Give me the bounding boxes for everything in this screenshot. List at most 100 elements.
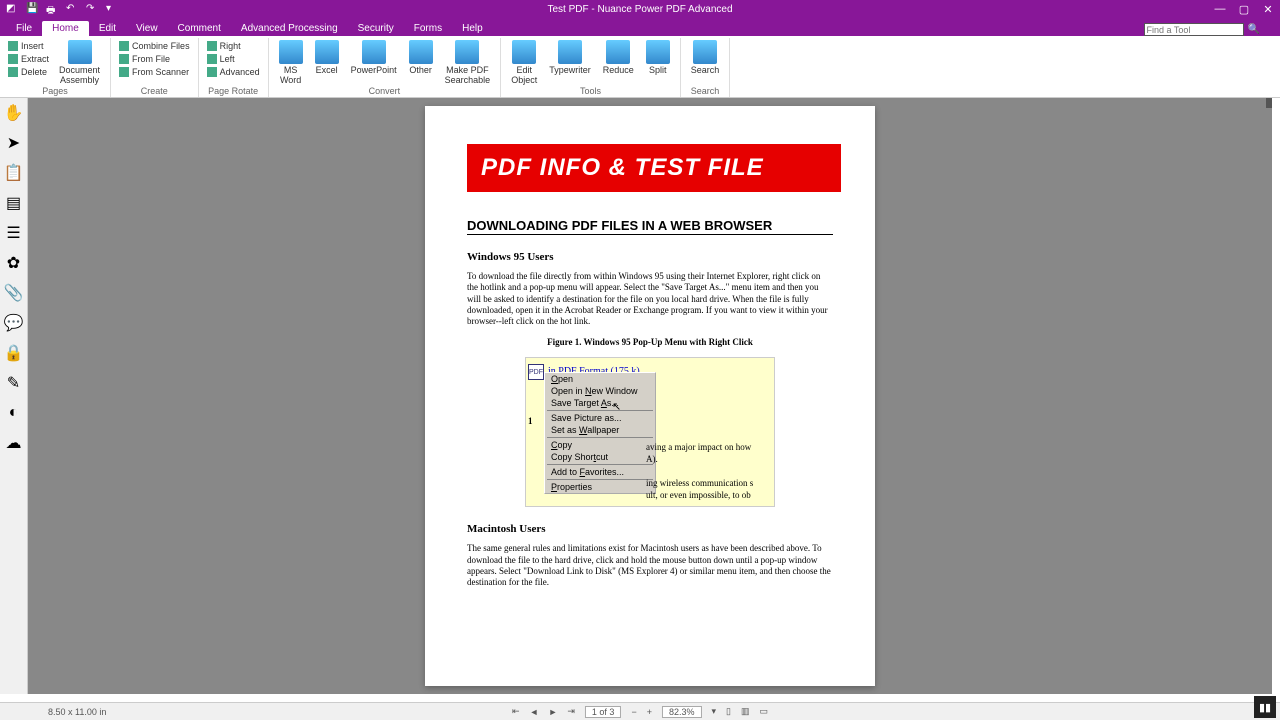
searchable-button[interactable]: Make PDF Searchable xyxy=(441,40,495,86)
ctx-new-window: Open in New Window xyxy=(545,385,655,397)
scrollbar-handle[interactable] xyxy=(1266,98,1272,108)
menu-security[interactable]: Security xyxy=(348,21,404,36)
minimize-button[interactable]: — xyxy=(1208,0,1232,18)
view-continuous-icon[interactable]: ▥ xyxy=(741,706,750,717)
ctx-properties: Properties xyxy=(545,481,655,493)
view-facing-icon[interactable]: ▭ xyxy=(760,706,769,717)
comments-icon[interactable]: 💬 xyxy=(5,314,23,332)
combine-button[interactable]: Combine Files xyxy=(117,40,192,52)
search-button[interactable]: Search xyxy=(687,40,724,76)
document-area[interactable]: PDF INFO & TEST FILE DOWNLOADING PDF FIL… xyxy=(28,98,1272,694)
maximize-button[interactable]: ▢ xyxy=(1232,0,1256,18)
group-label-create: Create xyxy=(117,86,192,97)
from-file-button[interactable]: From File xyxy=(117,53,192,65)
zoom-dropdown-icon[interactable]: ▾ xyxy=(712,706,717,717)
pause-button[interactable]: ▮▮ xyxy=(1254,696,1276,718)
magnify-icon xyxy=(693,40,717,64)
word-button[interactable]: MS Word xyxy=(275,40,307,86)
file-icon xyxy=(119,54,129,64)
save-icon[interactable]: 💾 xyxy=(26,3,38,15)
undo-icon[interactable]: ↶ xyxy=(66,3,78,15)
win-heading: Windows 95 Users xyxy=(467,251,833,263)
rotate-left-icon xyxy=(207,54,217,64)
search-icon[interactable]: 🔍 xyxy=(1248,24,1260,35)
zoom-level[interactable]: 82.3% xyxy=(662,706,702,718)
bookmarks-icon[interactable]: ☰ xyxy=(5,224,23,242)
page-dimensions: 8.50 x 11.00 in xyxy=(48,707,106,717)
attachment-icon[interactable]: 📎 xyxy=(5,284,23,302)
print-icon[interactable]: 🖶 xyxy=(46,3,58,15)
typewriter-button[interactable]: Typewriter xyxy=(545,40,595,76)
cloud-icon[interactable]: ☁ xyxy=(5,434,23,452)
doc-heading: DOWNLOADING PDF FILES IN A WEB BROWSER xyxy=(467,218,833,235)
menu-home[interactable]: Home xyxy=(42,21,89,36)
excel-button[interactable]: Excel xyxy=(311,40,343,76)
statusbar: 8.50 x 11.00 in ⇤ ◄ ► ⇥ 1 of 3 − + 82.3%… xyxy=(0,702,1280,720)
clipboard-icon[interactable]: 📋 xyxy=(5,164,23,182)
window-controls: — ▢ ✕ xyxy=(1208,0,1280,18)
embed-num: 1 xyxy=(528,416,533,426)
pages-panel-icon[interactable]: ▤ xyxy=(5,194,23,212)
ctx-save-picture: Save Picture as... xyxy=(545,412,655,424)
other-icon xyxy=(409,40,433,64)
edit-icon xyxy=(512,40,536,64)
embed-t2: A). xyxy=(646,454,658,464)
close-button[interactable]: ✕ xyxy=(1256,0,1280,18)
group-label-tools: Tools xyxy=(507,86,674,97)
document-assembly-button[interactable]: Document Assembly xyxy=(55,40,104,86)
cursor-icon: ↖ xyxy=(612,400,621,413)
menu-advanced[interactable]: Advanced Processing xyxy=(231,21,348,36)
signature-icon[interactable]: ✎ xyxy=(5,374,23,392)
edit-object-button[interactable]: Edit Object xyxy=(507,40,541,86)
extract-button[interactable]: Extract xyxy=(6,53,51,65)
redo-icon[interactable]: ↷ xyxy=(86,3,98,15)
ribbon-group-rotate: Right Left Advanced Page Rotate xyxy=(199,38,269,97)
dropdown-icon[interactable]: ▾ xyxy=(106,3,118,15)
menu-edit[interactable]: Edit xyxy=(89,21,126,36)
first-page-icon[interactable]: ⇤ xyxy=(512,706,520,717)
advanced-icon xyxy=(207,67,217,77)
powerpoint-button[interactable]: PowerPoint xyxy=(347,40,401,76)
split-icon xyxy=(646,40,670,64)
ribbon-group-tools: Edit Object Typewriter Reduce Split Tool… xyxy=(501,38,681,97)
lock-icon[interactable]: 🔒 xyxy=(5,344,23,362)
hand-tool-icon[interactable]: ✋ xyxy=(5,104,23,122)
menu-file[interactable]: File xyxy=(6,21,42,36)
typewriter-icon xyxy=(558,40,582,64)
find-tool-input[interactable] xyxy=(1144,23,1244,36)
win-paragraph: To download the file directly from withi… xyxy=(467,271,833,327)
menu-view[interactable]: View xyxy=(126,21,168,36)
ctx-copy-shortcut: Copy Shortcut xyxy=(545,451,655,463)
rotate-right-button[interactable]: Right xyxy=(205,40,262,52)
embed-t1: aving a major impact on how xyxy=(646,442,751,452)
menu-help[interactable]: Help xyxy=(452,21,493,36)
zoom-out-icon[interactable]: − xyxy=(631,707,636,717)
tag-icon[interactable]: ◐ xyxy=(5,404,23,422)
next-page-icon[interactable]: ► xyxy=(548,707,557,717)
arrow-tool-icon[interactable]: ➤ xyxy=(5,134,23,152)
titlebar: ◩ 💾 🖶 ↶ ↷ ▾ Test PDF - Nuance Power PDF … xyxy=(0,0,1280,18)
rotate-advanced-button[interactable]: Advanced xyxy=(205,66,262,78)
ctx-save-target: Save Target As... xyxy=(545,397,655,409)
app-icon: ◩ xyxy=(6,3,18,15)
searchable-icon xyxy=(455,40,479,64)
rotate-left-button[interactable]: Left xyxy=(205,53,262,65)
ctx-open: Open xyxy=(545,373,655,385)
menu-comment[interactable]: Comment xyxy=(168,21,231,36)
reduce-button[interactable]: Reduce xyxy=(599,40,638,76)
view-single-icon[interactable]: ▯ xyxy=(726,706,731,717)
delete-button[interactable]: Delete xyxy=(6,66,51,78)
split-button[interactable]: Split xyxy=(642,40,674,76)
delete-icon xyxy=(8,67,18,77)
other-button[interactable]: Other xyxy=(405,40,437,76)
prev-page-icon[interactable]: ◄ xyxy=(530,707,539,717)
stamp-icon[interactable]: ✿ xyxy=(5,254,23,272)
window-title: Test PDF - Nuance Power PDF Advanced xyxy=(547,4,732,15)
from-scanner-button[interactable]: From Scanner xyxy=(117,66,192,78)
insert-button[interactable]: Insert xyxy=(6,40,51,52)
rotate-right-icon xyxy=(207,41,217,51)
menu-forms[interactable]: Forms xyxy=(404,21,452,36)
group-label-convert: Convert xyxy=(275,86,495,97)
zoom-in-icon[interactable]: + xyxy=(647,707,652,717)
last-page-icon[interactable]: ⇥ xyxy=(567,706,575,717)
